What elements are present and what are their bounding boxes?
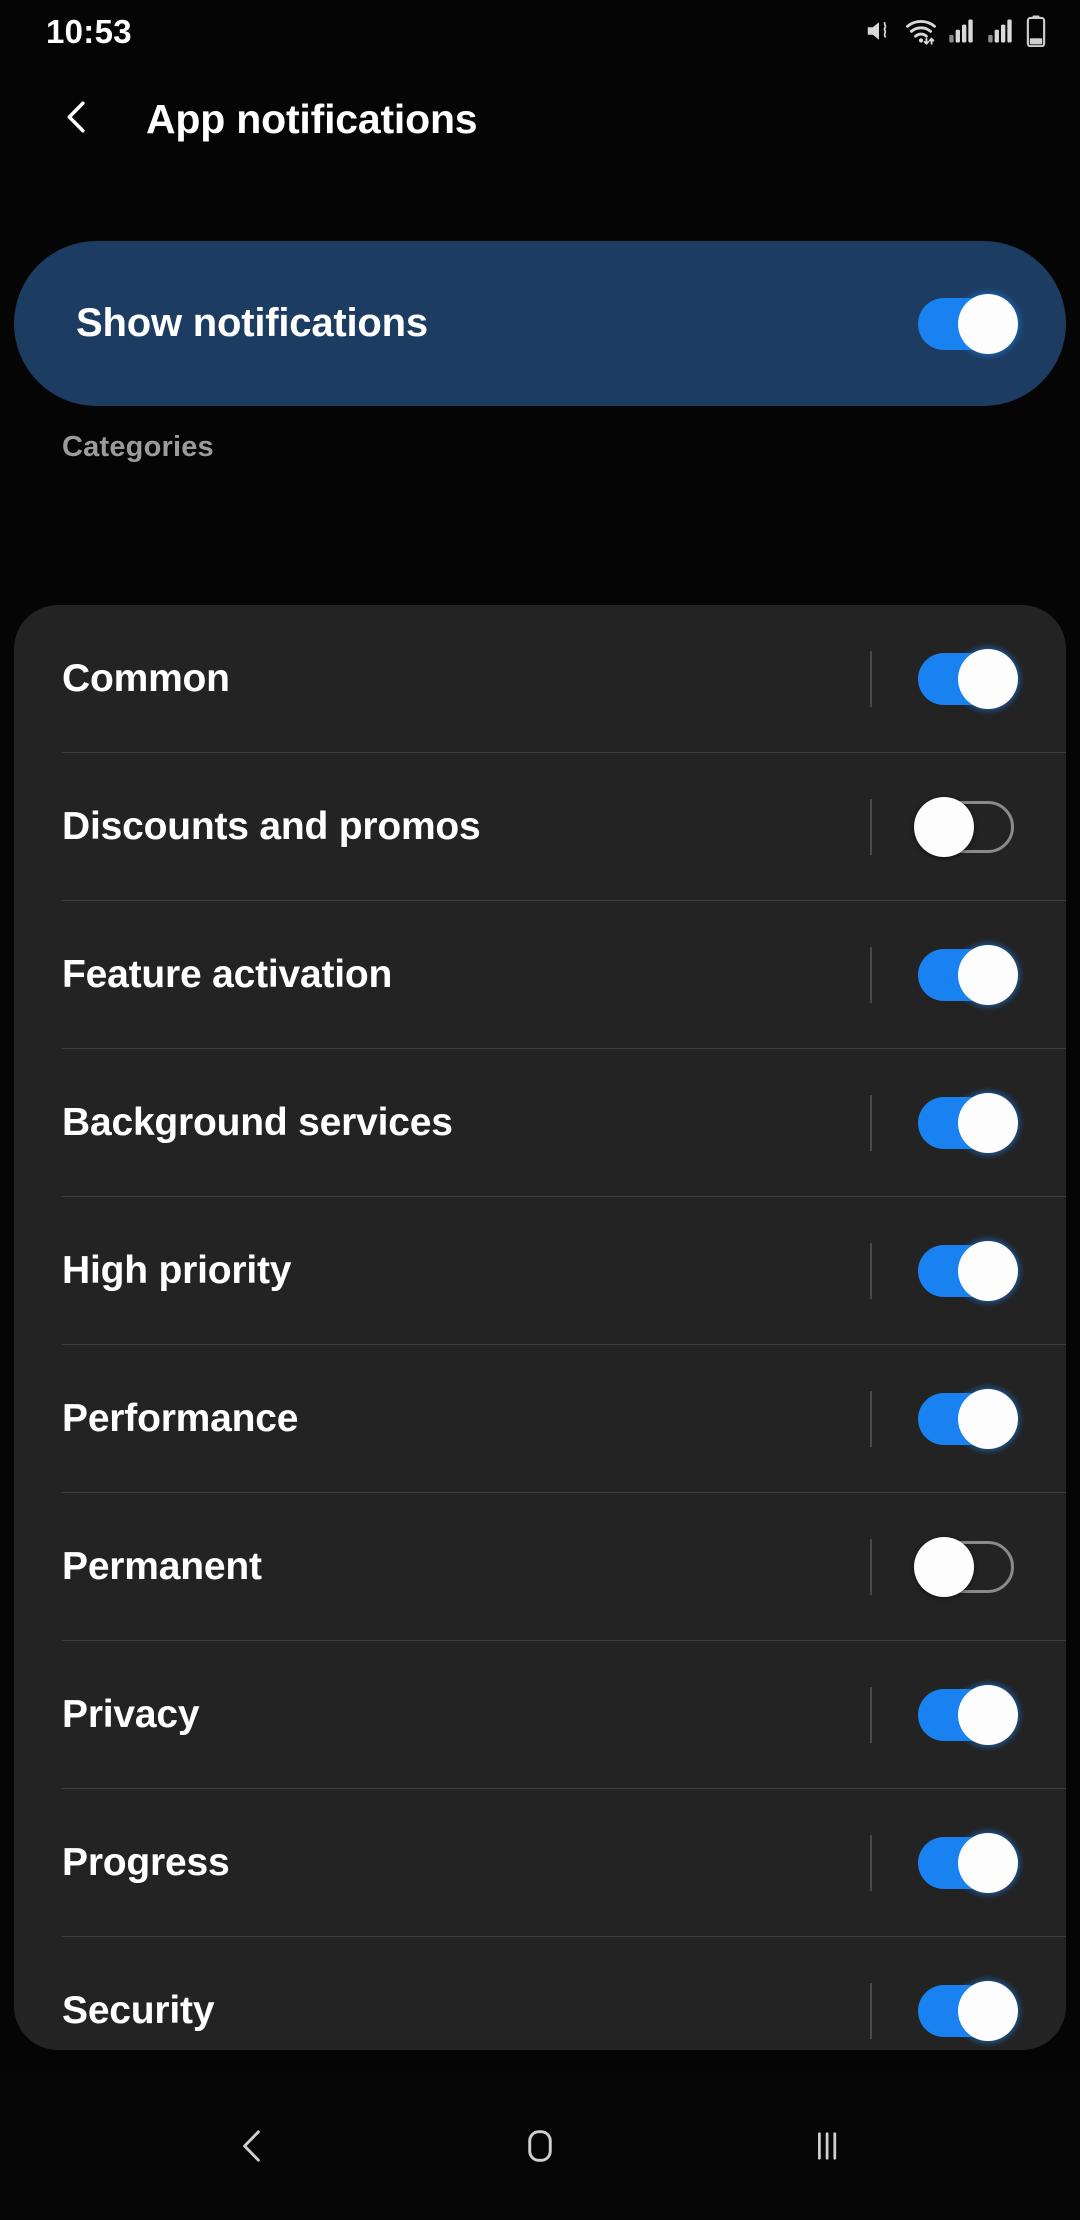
category-toggle[interactable]	[918, 1689, 1014, 1741]
row-vertical-separator	[870, 1687, 872, 1743]
category-row[interactable]: Feature activation	[14, 901, 1066, 1049]
category-toggle[interactable]	[918, 1245, 1014, 1297]
category-row[interactable]: Performance	[14, 1345, 1066, 1493]
toggle-knob	[958, 1093, 1018, 1153]
category-label: Permanent	[62, 1545, 870, 1589]
nav-home-button[interactable]	[480, 2086, 600, 2206]
app-bar: App notifications	[0, 62, 1080, 177]
show-notifications-toggle[interactable]	[918, 298, 1014, 350]
phone-screen: 10:53	[0, 0, 1080, 2220]
category-label: Feature activation	[62, 953, 870, 997]
row-vertical-separator	[870, 799, 872, 855]
settings-scroll-area[interactable]: Show notifications Categories Common Disc…	[0, 177, 1080, 2220]
category-toggle[interactable]	[918, 1985, 1014, 2037]
category-row[interactable]: Common	[14, 605, 1066, 753]
category-label: Security	[62, 1989, 870, 2033]
category-toggle[interactable]	[918, 801, 1014, 853]
row-vertical-separator	[870, 1539, 872, 1595]
nav-back-icon	[230, 2123, 276, 2169]
category-row[interactable]: Permanent	[14, 1493, 1066, 1641]
row-vertical-separator	[870, 1391, 872, 1447]
status-bar: 10:53	[0, 0, 1080, 62]
category-row[interactable]: High priority	[14, 1197, 1066, 1345]
toggle-knob	[958, 945, 1018, 1005]
page-title: App notifications	[146, 96, 477, 143]
nav-recents-icon	[805, 2124, 849, 2168]
signal-sim1-icon	[948, 17, 976, 45]
category-row[interactable]: Privacy	[14, 1641, 1066, 1789]
back-button[interactable]	[46, 89, 108, 151]
category-toggle[interactable]	[918, 949, 1014, 1001]
nav-back-button[interactable]	[193, 2086, 313, 2206]
toggle-knob	[958, 1241, 1018, 1301]
category-label: Background services	[62, 1101, 870, 1145]
chevron-left-icon	[55, 95, 99, 144]
row-vertical-separator	[870, 1835, 872, 1891]
system-navigation-bar	[0, 2072, 1080, 2220]
toggle-knob	[958, 1833, 1018, 1893]
category-label: Common	[62, 657, 870, 701]
nav-home-icon	[518, 2124, 562, 2168]
toggle-knob	[958, 1981, 1018, 2041]
row-vertical-separator	[870, 1095, 872, 1151]
toggle-knob	[958, 294, 1018, 354]
toggle-knob	[958, 1389, 1018, 1449]
signal-sim2-icon	[987, 17, 1015, 45]
status-bar-clock: 10:53	[46, 15, 132, 48]
toggle-knob	[914, 1537, 974, 1597]
categories-section-header: Categories	[62, 431, 214, 464]
category-label: Privacy	[62, 1693, 870, 1737]
wifi-data-icon	[905, 16, 937, 46]
row-vertical-separator	[870, 1983, 872, 2039]
category-toggle[interactable]	[918, 1541, 1014, 1593]
category-label: Performance	[62, 1397, 870, 1441]
show-notifications-label: Show notifications	[76, 301, 428, 346]
category-toggle[interactable]	[918, 1097, 1014, 1149]
row-vertical-separator	[870, 947, 872, 1003]
row-vertical-separator	[870, 1243, 872, 1299]
category-label: Discounts and promos	[62, 805, 870, 849]
category-toggle[interactable]	[918, 1837, 1014, 1889]
toggle-knob	[914, 797, 974, 857]
toggle-knob	[958, 649, 1018, 709]
mute-vibrate-icon	[864, 16, 894, 46]
category-toggle[interactable]	[918, 1393, 1014, 1445]
row-vertical-separator	[870, 651, 872, 707]
category-label: High priority	[62, 1249, 870, 1293]
battery-icon	[1026, 15, 1046, 47]
category-toggle[interactable]	[918, 653, 1014, 705]
status-bar-icons	[864, 15, 1046, 47]
toggle-knob	[958, 1685, 1018, 1745]
category-row[interactable]: Security	[14, 1937, 1066, 2050]
category-label: Progress	[62, 1841, 870, 1885]
nav-recents-button[interactable]	[767, 2086, 887, 2206]
show-notifications-row[interactable]: Show notifications	[14, 241, 1066, 406]
category-row[interactable]: Discounts and promos	[14, 753, 1066, 901]
category-row[interactable]: Progress	[14, 1789, 1066, 1937]
category-row[interactable]: Background services	[14, 1049, 1066, 1197]
categories-list: Common Discounts and promos Feature activa…	[14, 605, 1066, 2050]
